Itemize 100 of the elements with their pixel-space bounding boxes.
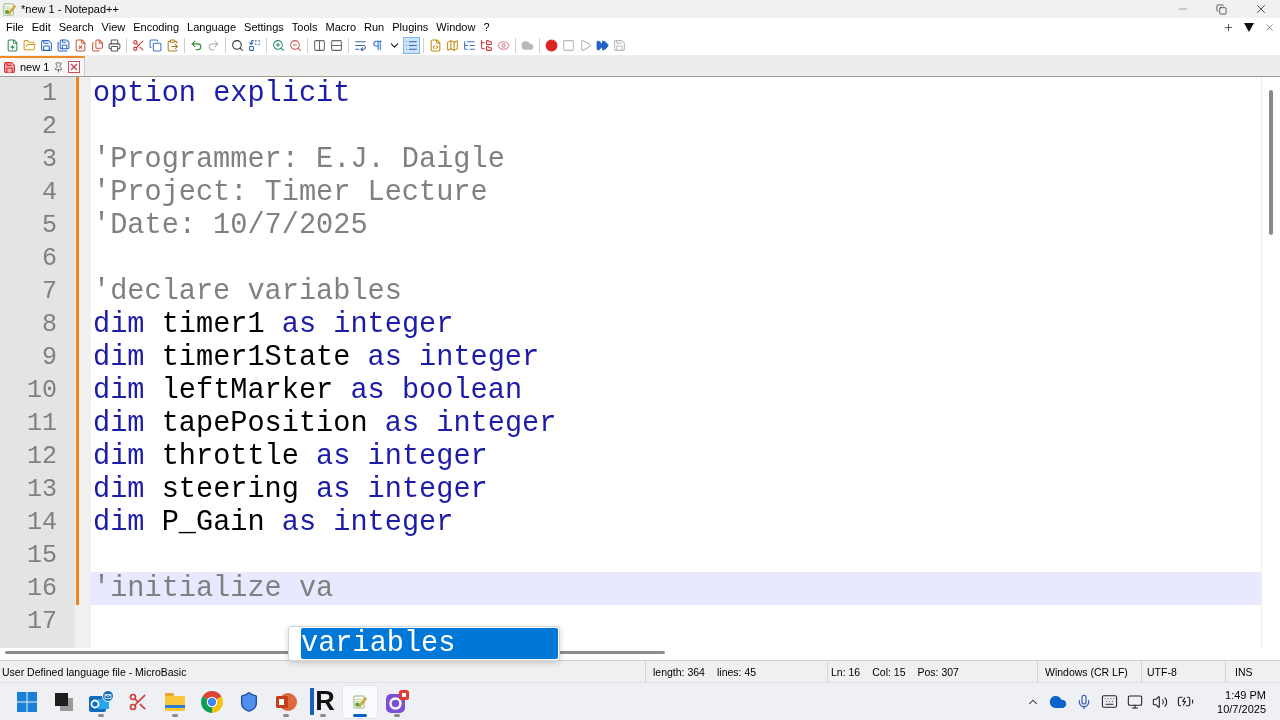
close-icon[interactable] bbox=[68, 61, 81, 73]
map-icon[interactable] bbox=[446, 39, 459, 52]
lines-label: lines: 45 bbox=[716, 665, 757, 678]
pin-icon[interactable] bbox=[53, 61, 65, 73]
code-line: dim steering as integer bbox=[93, 473, 488, 506]
speaker-icon[interactable] bbox=[1152, 693, 1169, 710]
undo-icon[interactable] bbox=[190, 39, 203, 52]
line-number: 2 bbox=[42, 112, 57, 141]
line-number: 6 bbox=[42, 244, 57, 273]
folder-icon[interactable] bbox=[23, 39, 36, 52]
scissors-icon[interactable] bbox=[132, 39, 145, 52]
menu-item[interactable]: Settings bbox=[240, 18, 288, 36]
mail-app-icon[interactable] bbox=[87, 689, 114, 714]
zoom-in-icon[interactable] bbox=[272, 39, 285, 52]
code-line: 'Date: 10/7/2025 bbox=[93, 209, 368, 242]
code-line: 'initialize va bbox=[93, 572, 334, 605]
code-line: option explicit bbox=[93, 77, 351, 110]
list-tree-icon[interactable] bbox=[463, 39, 476, 52]
menu-item[interactable]: Tools bbox=[287, 18, 322, 36]
menu-item[interactable]: Encoding bbox=[129, 18, 184, 36]
code-line: 'declare variables bbox=[93, 275, 402, 308]
code-line: dim tapePosition as integer bbox=[93, 407, 557, 440]
rows-icon[interactable] bbox=[330, 39, 343, 52]
line-number: 17 bbox=[27, 607, 57, 636]
search-icon[interactable] bbox=[231, 39, 244, 52]
position-label: Pos: 307 bbox=[917, 665, 959, 678]
line-number: 13 bbox=[27, 475, 57, 504]
menu-item[interactable]: File bbox=[2, 18, 28, 36]
line-number: 16 bbox=[27, 574, 57, 603]
code-line: dim throttle as integer bbox=[93, 440, 488, 473]
line-number: 15 bbox=[27, 541, 57, 570]
folder-tree-icon[interactable] bbox=[480, 39, 493, 52]
new-file-icon[interactable] bbox=[6, 39, 19, 52]
windows-logo-icon[interactable] bbox=[15, 690, 38, 713]
window-title: *new 1 - Notepad++ bbox=[21, 3, 119, 15]
menu-item[interactable]: ? bbox=[479, 18, 494, 36]
line-number: 11 bbox=[27, 409, 57, 438]
restore-icon[interactable] bbox=[1216, 3, 1227, 15]
line-number: 14 bbox=[27, 508, 57, 537]
menu-item[interactable]: Window bbox=[432, 18, 480, 36]
wrap-text-icon[interactable] bbox=[354, 39, 367, 52]
notepad-icon[interactable] bbox=[351, 693, 368, 710]
clipboard-icon[interactable] bbox=[166, 39, 179, 52]
printer-icon[interactable] bbox=[108, 39, 121, 52]
column-label: Col: 15 bbox=[872, 665, 906, 678]
code-line: 'Project: Timer Lecture bbox=[93, 176, 488, 209]
app-lettermark[interactable]: R bbox=[310, 688, 335, 715]
line-ending-label: Windows (CR LF) bbox=[1045, 665, 1128, 678]
keyboard-icon[interactable] bbox=[1101, 693, 1119, 710]
caret-down-icon[interactable] bbox=[1244, 22, 1254, 32]
line-number: 3 bbox=[42, 145, 57, 174]
menu-item[interactable]: Plugins bbox=[388, 18, 433, 36]
menu-item[interactable]: Macro bbox=[321, 18, 361, 36]
browser-icon[interactable] bbox=[200, 690, 223, 713]
replace-icon[interactable] bbox=[248, 39, 261, 52]
file-code-icon[interactable] bbox=[429, 39, 442, 52]
code-line: dim timer1State as integer bbox=[93, 341, 540, 374]
line-number: 4 bbox=[42, 178, 57, 207]
record-icon[interactable] bbox=[545, 39, 558, 52]
language-label: User Defined language file - MicroBasic bbox=[2, 665, 187, 678]
save-icon[interactable] bbox=[40, 39, 53, 52]
eye-icon[interactable] bbox=[497, 39, 510, 52]
menu-item[interactable]: Run bbox=[360, 18, 389, 36]
code-line: dim P_Gain as integer bbox=[93, 506, 454, 539]
copy-icon[interactable] bbox=[149, 39, 162, 52]
folder-icon[interactable] bbox=[162, 690, 187, 713]
pilcrow-icon[interactable] bbox=[371, 39, 384, 52]
line-number: 12 bbox=[27, 442, 57, 471]
close-icon[interactable] bbox=[1264, 21, 1275, 33]
camera-app-icon[interactable] bbox=[384, 689, 409, 714]
line-number: 5 bbox=[42, 211, 57, 240]
taskbar-button[interactable] bbox=[341, 684, 378, 719]
menu-item[interactable]: Search bbox=[54, 18, 98, 36]
code-line: 'Programmer: E.J. Daigle bbox=[93, 143, 505, 176]
files-icon[interactable] bbox=[91, 39, 104, 52]
insert-mode-label: INS bbox=[1235, 665, 1253, 678]
length-label: length: 364 bbox=[653, 665, 705, 678]
scrollbar-thumb[interactable] bbox=[1269, 90, 1273, 235]
line-label: Ln: 16 bbox=[831, 665, 861, 678]
close-file-icon[interactable] bbox=[74, 39, 87, 52]
columns-icon[interactable] bbox=[313, 39, 326, 52]
zoom-out-icon[interactable] bbox=[289, 39, 302, 52]
fast-forward-icon[interactable] bbox=[596, 39, 609, 52]
menu-item[interactable]: View bbox=[97, 18, 130, 36]
clock-date[interactable]: 10/7/2025 bbox=[1217, 701, 1266, 716]
line-number: 7 bbox=[42, 277, 57, 306]
clock-time[interactable]: 1:49 PM bbox=[1225, 687, 1266, 702]
task-view-icon[interactable] bbox=[53, 691, 74, 712]
line-number: 9 bbox=[42, 343, 57, 372]
scissors-icon[interactable] bbox=[127, 691, 148, 712]
tab[interactable]: new 1 bbox=[0, 56, 86, 76]
menu-item[interactable]: Language bbox=[183, 18, 241, 36]
presentation-app-icon[interactable] bbox=[273, 690, 298, 713]
app-icon bbox=[2, 1, 17, 17]
save-all-icon[interactable] bbox=[57, 39, 70, 52]
autocomplete-item[interactable]: variables bbox=[301, 628, 558, 659]
monitor-icon[interactable] bbox=[1127, 693, 1144, 710]
menu-item[interactable]: Edit bbox=[27, 18, 55, 36]
code-line: dim leftMarker as boolean bbox=[93, 374, 523, 407]
plus-icon[interactable] bbox=[1223, 21, 1234, 33]
